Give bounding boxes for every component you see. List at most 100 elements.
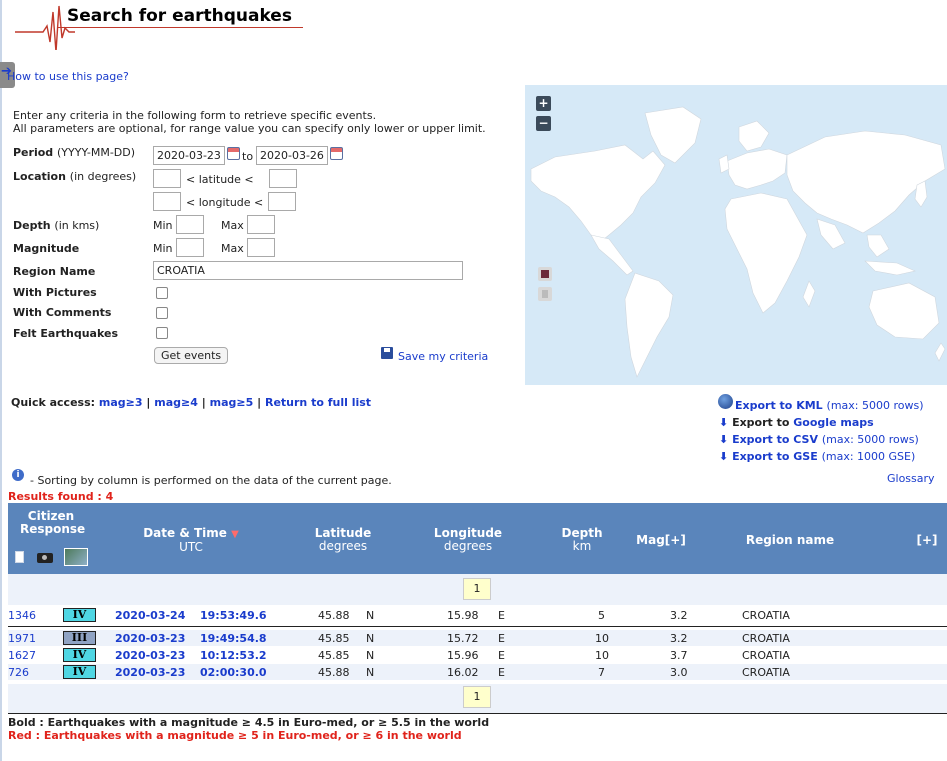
- period-to-label: to: [242, 150, 254, 163]
- page-title: Search for earthquakes: [67, 6, 292, 26]
- event-date[interactable]: 2020-03-23: [115, 666, 185, 679]
- event-id-link[interactable]: 1627: [8, 649, 36, 662]
- intensity-badge[interactable]: IV: [63, 648, 96, 662]
- save-criteria-link[interactable]: Save my criteria: [398, 350, 488, 363]
- event-id-link[interactable]: 726: [8, 666, 29, 679]
- magnitude-min-input[interactable]: [176, 238, 204, 257]
- felt-label: Felt Earthquakes: [13, 327, 118, 340]
- event-depth: 10: [595, 649, 609, 662]
- intensity-badge[interactable]: IV: [63, 665, 96, 679]
- comments-checkbox[interactable]: [156, 307, 168, 319]
- zoom-in-button[interactable]: +: [536, 96, 551, 111]
- event-lon: 15.96: [447, 649, 479, 662]
- table-row[interactable]: 1346 IV 2020-03-24 19:53:49.6 45.88 N 15…: [8, 606, 947, 627]
- event-region: CROATIA: [742, 666, 790, 679]
- depth-min-input[interactable]: [176, 215, 204, 234]
- event-lat: 45.88: [318, 666, 350, 679]
- intensity-badge[interactable]: III: [63, 631, 96, 645]
- export-csv: ⬇ Export to CSV (max: 5000 rows): [719, 433, 919, 446]
- event-depth: 10: [595, 632, 609, 645]
- zoom-out-button[interactable]: −: [536, 116, 551, 131]
- bold-legend-note: Bold : Earthquakes with a magnitude ≥ 4.…: [8, 716, 490, 729]
- event-depth: 5: [598, 609, 605, 622]
- event-ns: N: [366, 649, 375, 662]
- event-time[interactable]: 02:00:30.0: [200, 666, 267, 679]
- export-gse-link[interactable]: Export to GSE: [732, 450, 818, 463]
- event-ew: E: [498, 632, 505, 645]
- export-kml: Export to KML (max: 5000 rows): [735, 399, 924, 412]
- page-button-top[interactable]: 1: [463, 578, 491, 600]
- event-lon: 15.72: [447, 632, 479, 645]
- event-region: CROATIA: [742, 649, 790, 662]
- depth-label: Depth (in kms): [13, 219, 100, 232]
- comments-label: With Comments: [13, 306, 112, 319]
- pictures-checkbox[interactable]: [156, 287, 168, 299]
- info-icon: i: [12, 469, 24, 481]
- period-from-input[interactable]: [153, 146, 225, 165]
- quick-mag5-link[interactable]: mag≥5: [210, 396, 254, 409]
- event-time[interactable]: 19:53:49.6: [200, 609, 267, 622]
- col-magnitude[interactable]: Mag[+]: [630, 534, 692, 547]
- sort-down-icon: ▼: [231, 529, 239, 540]
- latitude-max-input[interactable]: [269, 169, 297, 188]
- period-to-input[interactable]: [256, 146, 328, 165]
- col-depth[interactable]: Depth km: [552, 527, 612, 553]
- return-full-list-link[interactable]: Return to full list: [265, 396, 371, 409]
- event-date[interactable]: 2020-03-24: [115, 609, 185, 622]
- intro-text-2: All parameters are optional, for range v…: [13, 122, 486, 135]
- event-lon: 16.02: [447, 666, 479, 679]
- quick-mag3-link[interactable]: mag≥3: [99, 396, 143, 409]
- save-floppy-icon[interactable]: [381, 347, 393, 359]
- title-underline: [57, 27, 303, 28]
- event-id-link[interactable]: 1346: [8, 609, 36, 622]
- export-google-link[interactable]: Google maps: [793, 416, 873, 429]
- export-csv-note: (max: 5000 rows): [821, 433, 919, 446]
- export-kml-link[interactable]: Export to KML: [735, 399, 823, 412]
- col-longitude[interactable]: Longitude degrees: [428, 527, 508, 553]
- draw-polygon-icon[interactable]: [538, 267, 552, 281]
- export-csv-link[interactable]: Export to CSV: [732, 433, 818, 446]
- col-citizen-response[interactable]: Citizen Response: [20, 510, 85, 536]
- region-label: Region Name: [13, 265, 96, 278]
- latitude-min-input[interactable]: [153, 169, 181, 188]
- event-date[interactable]: 2020-03-23: [115, 649, 185, 662]
- region-input[interactable]: [153, 261, 463, 280]
- longitude-max-input[interactable]: [268, 192, 296, 211]
- trash-icon[interactable]: [538, 287, 552, 301]
- world-map[interactable]: [525, 85, 947, 385]
- document-icon[interactable]: [15, 551, 24, 563]
- magnitude-max-input[interactable]: [247, 238, 275, 257]
- export-google: ⬇ Export to Google maps: [719, 416, 874, 429]
- camera-icon[interactable]: [37, 553, 53, 563]
- glossary-link[interactable]: Glossary: [887, 472, 935, 485]
- how-to-use-link[interactable]: How to use this page?: [7, 70, 129, 83]
- col-latitude[interactable]: Latitude degrees: [303, 527, 383, 553]
- event-ns: N: [366, 632, 375, 645]
- col-more[interactable]: [+]: [912, 534, 942, 547]
- event-time[interactable]: 10:12:53.2: [200, 649, 267, 662]
- event-mag: 3.0: [670, 666, 688, 679]
- event-mag: 3.2: [670, 609, 688, 622]
- table-row[interactable]: 1971 III 2020-03-23 19:49:54.8 45.85 N 1…: [8, 630, 947, 646]
- intensity-badge[interactable]: IV: [63, 608, 96, 622]
- results-count: Results found : 4: [8, 490, 114, 503]
- calendar-icon[interactable]: [330, 147, 343, 160]
- event-time[interactable]: 19:49:54.8: [200, 632, 267, 645]
- location-label: Location (in degrees): [13, 170, 137, 183]
- col-datetime[interactable]: Date & Time ▼ UTC: [130, 527, 252, 554]
- intro-text-1: Enter any criteria in the following form…: [13, 109, 377, 122]
- depth-max-input[interactable]: [247, 215, 275, 234]
- col-region[interactable]: Region name: [735, 534, 845, 547]
- felt-checkbox[interactable]: [156, 327, 168, 339]
- calendar-icon[interactable]: [227, 147, 240, 160]
- longitude-min-input[interactable]: [153, 192, 181, 211]
- get-events-button[interactable]: Get events: [154, 347, 229, 364]
- page-button-bottom[interactable]: 1: [463, 686, 491, 708]
- table-row[interactable]: 1627 IV 2020-03-23 10:12:53.2 45.85 N 15…: [8, 647, 947, 663]
- latitude-label: < latitude <: [186, 173, 254, 186]
- picture-icon[interactable]: [64, 548, 88, 566]
- quick-mag4-link[interactable]: mag≥4: [154, 396, 198, 409]
- event-id-link[interactable]: 1971: [8, 632, 36, 645]
- table-row[interactable]: 726 IV 2020-03-23 02:00:30.0 45.88 N 16.…: [8, 664, 947, 680]
- event-date[interactable]: 2020-03-23: [115, 632, 185, 645]
